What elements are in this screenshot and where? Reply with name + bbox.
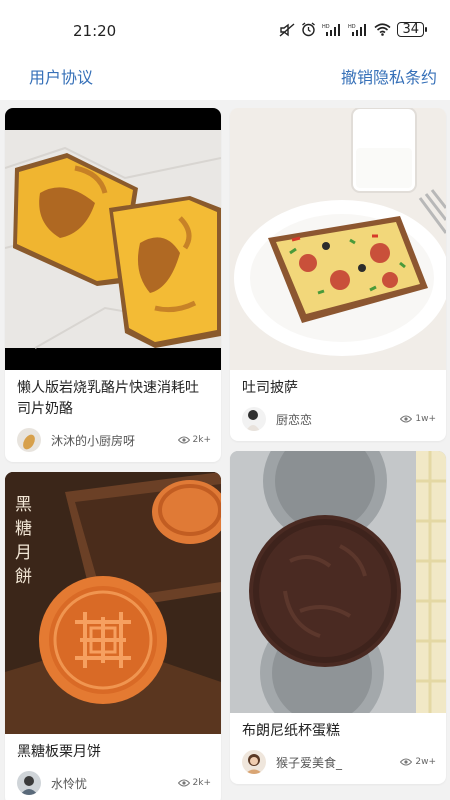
avatar[interactable] <box>17 771 41 795</box>
status-icons: HD HD 34 <box>279 22 427 37</box>
avatar[interactable] <box>242 407 266 431</box>
recipe-image-brownie-cupcake[interactable] <box>230 451 446 713</box>
status-bar: 21:20 HD HD 34 <box>0 0 450 50</box>
eye-icon <box>177 436 190 444</box>
eye-icon <box>400 415 413 423</box>
avatar[interactable] <box>242 750 266 774</box>
author-name[interactable]: 水怜忧 <box>51 775 178 792</box>
view-count-text: 2k+ <box>192 778 211 788</box>
recipe-meta: 猴子爱美食_ 2w+ <box>230 744 446 784</box>
mute-icon <box>279 22 295 37</box>
author-name[interactable]: 猴子爱美食_ <box>276 754 400 771</box>
recipe-card[interactable]: 懒人版岩烧乳酪片快速消耗吐司片奶酪 沐沐的小厨房呀 2k+ <box>5 108 221 462</box>
recipe-title[interactable]: 懒人版岩烧乳酪片快速消耗吐司片奶酪 <box>5 370 221 422</box>
user-agreement-link[interactable]: 用户协议 <box>29 64 93 88</box>
battery-icon: 34 <box>397 22 427 37</box>
recipe-meta: 水怜忧 2k+ <box>5 765 221 800</box>
recipe-image-cheese-toast[interactable] <box>5 108 221 370</box>
view-count-text: 1w+ <box>415 414 436 424</box>
view-count: 2k+ <box>177 435 211 445</box>
view-count: 2w+ <box>400 757 436 767</box>
signal-icon-1: HD <box>322 23 342 36</box>
recipe-title[interactable]: 黑糖板栗月饼 <box>5 734 221 765</box>
recipe-title[interactable]: 布朗尼纸杯蛋糕 <box>230 713 446 744</box>
alarm-icon <box>301 22 316 37</box>
feed-column-left: 懒人版岩烧乳酪片快速消耗吐司片奶酪 沐沐的小厨房呀 2k+ 黑糖月餅 黑糖板栗月… <box>5 108 221 800</box>
view-count-text: 2k+ <box>192 435 211 445</box>
revoke-privacy-link[interactable]: 撤销隐私条约 <box>341 64 437 88</box>
svg-text:HD: HD <box>348 24 356 30</box>
recipe-card[interactable]: 吐司披萨 厨恋恋 1w+ <box>230 108 446 441</box>
eye-icon <box>400 758 413 766</box>
recipe-card[interactable]: 黑糖月餅 黑糖板栗月饼 水怜忧 2k+ <box>5 472 221 800</box>
recipe-card[interactable]: 布朗尼纸杯蛋糕 猴子爱美食_ 2w+ <box>230 451 446 784</box>
wifi-icon <box>374 23 391 36</box>
view-count-text: 2w+ <box>415 757 436 767</box>
recipe-feed[interactable]: 懒人版岩烧乳酪片快速消耗吐司片奶酪 沐沐的小厨房呀 2k+ 黑糖月餅 黑糖板栗月… <box>0 100 450 800</box>
view-count: 1w+ <box>400 414 436 424</box>
view-count: 2k+ <box>177 778 211 788</box>
svg-text:HD: HD <box>322 24 330 30</box>
recipe-meta: 沐沐的小厨房呀 2k+ <box>5 422 221 462</box>
author-name[interactable]: 厨恋恋 <box>276 411 400 428</box>
eye-icon <box>177 779 190 787</box>
author-name[interactable]: 沐沐的小厨房呀 <box>51 432 178 449</box>
recipe-title[interactable]: 吐司披萨 <box>230 370 446 401</box>
recipe-meta: 厨恋恋 1w+ <box>230 401 446 441</box>
recipe-image-toast-pizza[interactable] <box>230 108 446 370</box>
avatar[interactable] <box>17 428 41 452</box>
feed-column-right: 吐司披萨 厨恋恋 1w+ 布朗尼纸杯蛋糕 猴子爱美食_ 2w+ <box>230 108 446 794</box>
status-time: 21:20 <box>73 22 117 40</box>
signal-icon-2: HD <box>348 23 368 36</box>
top-bar: 用户协议 撤销隐私条约 <box>0 50 450 100</box>
recipe-image-mooncake[interactable]: 黑糖月餅 <box>5 472 221 734</box>
